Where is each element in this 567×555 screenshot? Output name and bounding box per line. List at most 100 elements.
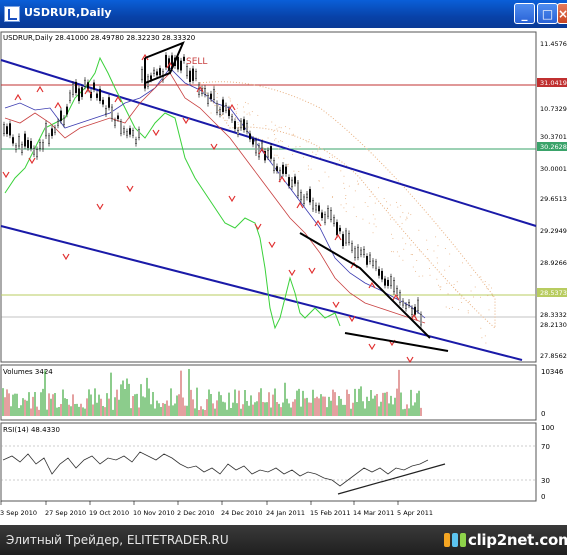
logo-square-icon: [444, 533, 450, 547]
rsi-scale-0: 0: [541, 493, 545, 501]
cloud-dot: [295, 146, 297, 148]
candle-body: [279, 169, 282, 180]
candle-body: [39, 142, 42, 149]
cloud-dot: [262, 138, 264, 140]
cloud-dot: [449, 253, 451, 255]
cloud-dot: [353, 206, 355, 208]
cloud-dot: [246, 113, 248, 115]
cloud-dot: [274, 154, 276, 156]
window-titlebar: USDRUR,Daily _ □ ×: [0, 0, 567, 28]
candle-body: [273, 160, 276, 171]
cloud-dot: [221, 113, 223, 115]
candle-body: [140, 69, 143, 81]
candle-body: [188, 70, 191, 82]
x-axis-date-label: 3 Sep 2010: [0, 509, 37, 517]
candle-body: [309, 189, 312, 203]
candle-body: [36, 149, 39, 158]
candle-body: [294, 176, 297, 184]
candle-body: [33, 148, 36, 155]
cloud-dot: [484, 335, 486, 337]
close-button[interactable]: ×: [557, 3, 567, 24]
cloud-dot: [213, 85, 215, 87]
cloud-dot: [315, 154, 317, 156]
fractal-down-marker: [406, 356, 414, 364]
maximize-button[interactable]: □: [537, 3, 558, 24]
cloud-dot: [468, 300, 470, 302]
cloud-dot: [293, 170, 295, 172]
cloud-dot: [410, 254, 412, 256]
candle-body: [387, 279, 390, 286]
rsi-panel-frame: [0, 422, 537, 502]
candle-body: [345, 230, 348, 244]
cloud-dot: [280, 127, 282, 129]
volume-scale-bottom: 0: [541, 410, 545, 418]
price-chart-svg[interactable]: SELL 11.4576 31.0419 10.7329 30.3701 30.2628…: [0, 28, 567, 525]
cloud-dot: [369, 196, 371, 198]
cloud-dot: [448, 265, 450, 267]
cloud-dot: [278, 126, 280, 128]
candle-body: [11, 137, 14, 144]
cloud-dot: [428, 268, 430, 270]
price-label: 28.5373: [540, 289, 567, 297]
candle-body: [131, 130, 134, 136]
cloud-dot: [392, 251, 394, 253]
cloud-dot: [426, 239, 428, 241]
cloud-dot: [281, 140, 283, 142]
candle-body: [48, 135, 51, 144]
cloud-dot: [451, 306, 453, 308]
logo-square-icon-2: [452, 533, 458, 547]
cloud-dot: [298, 171, 300, 173]
candle-body: [125, 131, 128, 136]
cloud-dot: [427, 249, 429, 251]
candle-body: [363, 248, 366, 255]
candle-body: [191, 68, 194, 81]
cloud-dot: [235, 113, 237, 115]
candle-body: [212, 89, 215, 100]
cloud-dot: [419, 250, 421, 252]
candle-body: [110, 106, 113, 119]
candle-body: [218, 109, 221, 115]
cloud-dot: [406, 217, 408, 219]
cloud-dot: [411, 254, 413, 256]
fractal-up-marker: [228, 103, 236, 111]
chart-area[interactable]: SELL 11.4576 31.0419 10.7329 30.3701 30.2628…: [0, 28, 567, 525]
cloud-dot: [345, 198, 347, 200]
price-scale: 11.4576 31.0419 10.7329 30.3701 30.2628 30.00…: [537, 40, 567, 360]
candle-body: [330, 209, 333, 220]
cloud-dot: [372, 214, 374, 216]
candle-body: [3, 124, 6, 134]
cloud-dot: [407, 212, 409, 214]
cloud-dot: [324, 171, 326, 173]
cloud-dot: [343, 182, 345, 184]
cloud-dot: [263, 147, 265, 149]
price-candles: [3, 52, 423, 329]
cloud-dot: [271, 121, 273, 123]
candle-body: [107, 97, 110, 108]
cloud-dot: [345, 211, 347, 213]
minimize-button[interactable]: _: [514, 3, 535, 24]
cloud-dot: [307, 168, 309, 170]
cloud-dot: [405, 243, 407, 245]
candle-body: [417, 299, 420, 312]
cloud-dot: [248, 112, 250, 114]
cloud-dot: [447, 293, 449, 295]
price-label: 10.7329: [540, 105, 567, 113]
cloud-dot: [284, 126, 286, 128]
fractal-down-marker: [254, 223, 262, 231]
cloud-dot: [488, 284, 490, 286]
cloud-dot: [322, 187, 324, 189]
cloud-dot: [229, 98, 231, 100]
volume-panel-header: Volumes 3424: [3, 368, 53, 376]
cloud-dot: [397, 206, 399, 208]
candle-body: [288, 177, 291, 186]
candle-body: [63, 117, 66, 125]
candle-body: [291, 179, 294, 188]
candle-body: [155, 71, 158, 76]
price-label: 30.2628: [540, 143, 567, 151]
cloud-dot: [368, 222, 370, 224]
ichimoku-cloud-dots: [210, 85, 494, 353]
candle-body: [101, 99, 104, 105]
cloud-dot: [235, 117, 237, 119]
cloud-dot: [439, 286, 441, 288]
candle-body: [258, 145, 261, 158]
